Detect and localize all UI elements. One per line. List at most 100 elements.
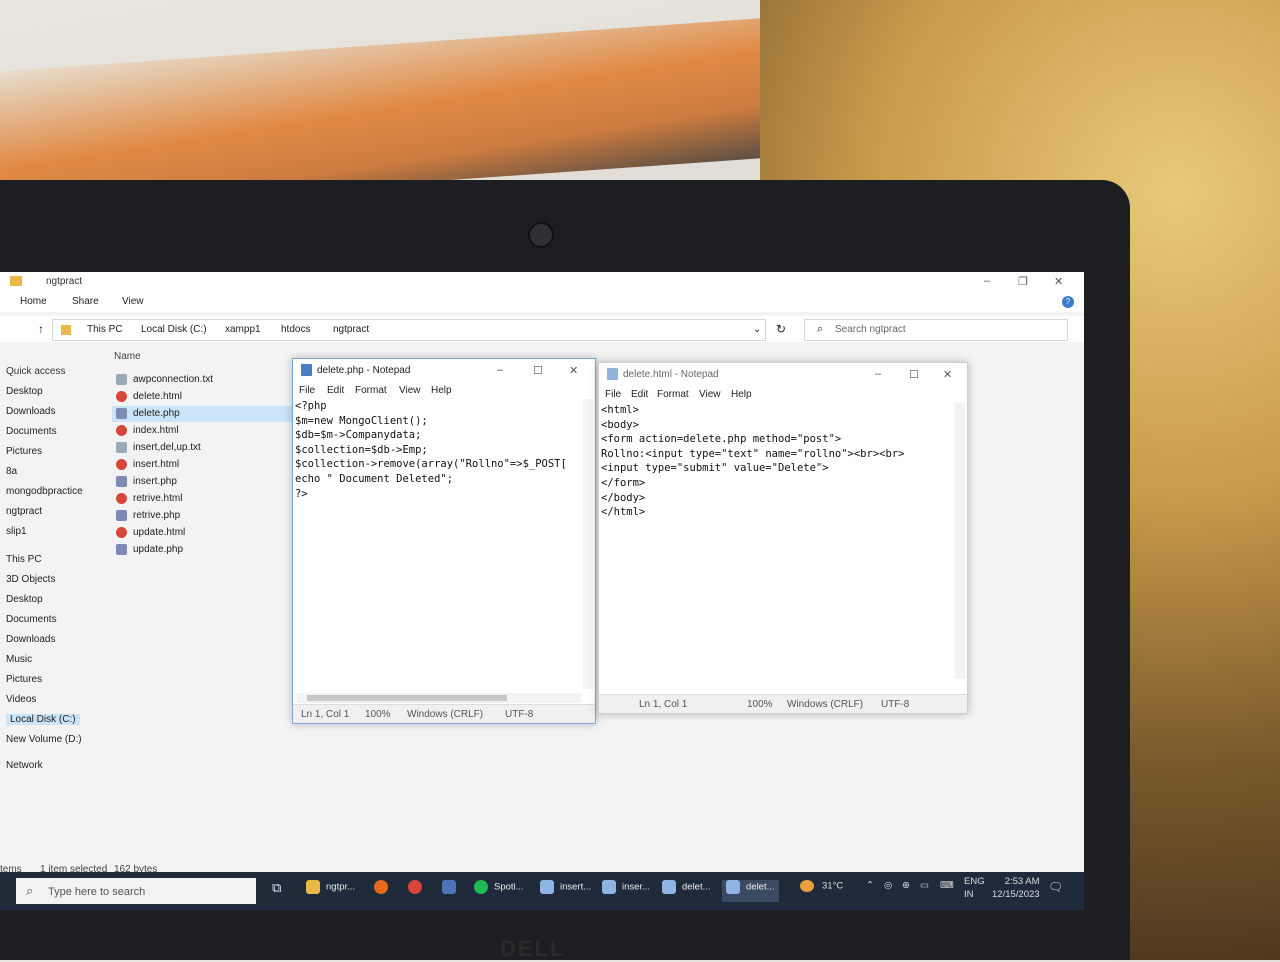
menu-edit[interactable]: Edit: [631, 389, 648, 400]
breadcrumb-htdocs[interactable]: htdocs: [281, 324, 310, 335]
address-bar[interactable]: This PC Local Disk (C:) xampp1 htdocs ng…: [52, 319, 766, 341]
notepad-titlebar[interactable]: delete.php - Notepad – ☐ ✕: [293, 359, 595, 381]
maximize-icon[interactable]: ❐: [1018, 275, 1028, 288]
text-editor[interactable]: <?php $m=new MongoClient(); $db=$m->Comp…: [295, 399, 581, 689]
menu-file[interactable]: File: [299, 385, 315, 396]
notepad-titlebar[interactable]: delete.html - Notepad – ☐ ✕: [599, 363, 967, 385]
notepad-delete-html[interactable]: delete.html - Notepad – ☐ ✕ File Edit Fo…: [598, 362, 968, 714]
list-item[interactable]: awpconnection.txt: [112, 372, 292, 388]
nav-ngtpract[interactable]: ngtpract: [6, 506, 42, 517]
minimize-icon[interactable]: –: [984, 275, 990, 287]
region-code: IN: [964, 889, 974, 900]
breadcrumb-xampp1[interactable]: xampp1: [225, 324, 261, 335]
taskbar-search-input[interactable]: ⌕ Type here to search: [16, 878, 256, 904]
taskbar-app-explorer[interactable]: ngtpr...: [306, 880, 355, 902]
maximize-icon[interactable]: ☐: [533, 364, 543, 377]
list-item[interactable]: retrive.php: [112, 508, 292, 524]
nav-quick-access[interactable]: Quick access: [6, 366, 65, 377]
vertical-scrollbar[interactable]: [955, 403, 965, 679]
list-item[interactable]: delete.html: [112, 389, 292, 405]
language-indicator[interactable]: ENG IN: [964, 875, 985, 901]
taskbar-app-notepad-3[interactable]: delet...: [662, 880, 711, 902]
nav-music[interactable]: Music: [6, 654, 32, 665]
nav-documents-pc[interactable]: Documents: [6, 614, 57, 625]
list-item[interactable]: retrive.html: [112, 491, 292, 507]
list-item[interactable]: insert,del,up.txt: [112, 440, 292, 456]
taskbar-app-spotify[interactable]: Spoti...: [474, 880, 524, 902]
refresh-icon[interactable]: ↻: [776, 322, 786, 336]
text-editor[interactable]: <html> <body> <form action=delete.php me…: [601, 403, 953, 679]
list-item[interactable]: update.html: [112, 525, 292, 541]
maximize-icon[interactable]: ☐: [909, 368, 919, 381]
clock[interactable]: 2:53 AM 12/15/2023: [992, 875, 1040, 901]
nav-local-disk[interactable]: Local Disk (C:): [6, 714, 80, 725]
network-icon[interactable]: ⊕: [902, 880, 910, 891]
nav-downloads-pc[interactable]: Downloads: [6, 634, 55, 645]
taskbar-app-calculator[interactable]: [442, 880, 462, 902]
help-icon[interactable]: ?: [1062, 296, 1074, 308]
nav-desktop[interactable]: Desktop: [6, 386, 43, 397]
chevron-up-icon[interactable]: ⌃: [866, 880, 874, 891]
list-item[interactable]: update.php: [112, 542, 292, 558]
meet-icon[interactable]: ◎: [884, 880, 892, 891]
nav-8a[interactable]: 8a: [6, 466, 17, 477]
keyboard-icon[interactable]: ⌨: [940, 880, 954, 891]
menu-help[interactable]: Help: [731, 389, 752, 400]
search-icon: ⌕: [817, 323, 824, 335]
breadcrumb-local-disk[interactable]: Local Disk (C:): [141, 324, 207, 335]
nav-this-pc[interactable]: This PC: [6, 554, 42, 565]
list-item[interactable]: insert.html: [112, 457, 292, 473]
menu-help[interactable]: Help: [431, 385, 452, 396]
close-icon[interactable]: ✕: [943, 368, 952, 381]
nav-mongodbpractice[interactable]: mongodbpractice: [6, 486, 83, 497]
menu-file[interactable]: File: [605, 389, 621, 400]
nav-slip1[interactable]: slip1: [6, 526, 27, 537]
task-view-icon[interactable]: ⧉: [272, 880, 281, 902]
close-icon[interactable]: ✕: [1054, 275, 1063, 288]
chevron-down-icon[interactable]: ⌄: [753, 324, 761, 335]
vertical-scrollbar[interactable]: [583, 399, 593, 689]
tab-share[interactable]: Share: [72, 296, 99, 307]
close-icon[interactable]: ✕: [569, 364, 578, 377]
menu-view[interactable]: View: [399, 385, 421, 396]
menu-format[interactable]: Format: [657, 389, 689, 400]
nav-downloads[interactable]: Downloads: [6, 406, 55, 417]
nav-3d-objects[interactable]: 3D Objects: [6, 574, 55, 585]
minimize-icon[interactable]: –: [875, 368, 881, 380]
nav-desktop-pc[interactable]: Desktop: [6, 594, 43, 605]
breadcrumb-ngtpract[interactable]: ngtpract: [333, 324, 369, 335]
battery-icon[interactable]: ▭: [920, 880, 929, 891]
search-input[interactable]: ⌕ Search ngtpract: [804, 319, 1068, 341]
tab-home[interactable]: Home: [20, 296, 47, 307]
list-item-selected[interactable]: delete.php: [112, 406, 292, 422]
nav-pictures[interactable]: Pictures: [6, 446, 42, 457]
nav-network[interactable]: Network: [6, 760, 43, 771]
taskbar-app-notepad-1[interactable]: insert...: [540, 880, 591, 902]
nav-pictures-pc[interactable]: Pictures: [6, 674, 42, 685]
nav-new-volume[interactable]: New Volume (D:): [6, 734, 82, 745]
minimize-icon[interactable]: –: [497, 364, 503, 376]
breadcrumb-this-pc[interactable]: This PC: [87, 324, 123, 335]
notepad-delete-php[interactable]: delete.php - Notepad – ☐ ✕ File Edit For…: [292, 358, 596, 724]
scrollbar-thumb[interactable]: [307, 695, 507, 701]
line-ending: Windows (CRLF): [407, 709, 484, 720]
up-arrow-icon[interactable]: ↑: [38, 322, 44, 336]
taskbar-search-placeholder: Type here to search: [48, 886, 146, 898]
nav-documents[interactable]: Documents: [6, 426, 57, 437]
nav-videos[interactable]: Videos: [6, 694, 36, 705]
horizontal-scrollbar[interactable]: [297, 693, 581, 703]
taskbar-app-firefox[interactable]: [374, 880, 394, 902]
list-item[interactable]: insert.php: [112, 474, 292, 490]
menu-format[interactable]: Format: [355, 385, 387, 396]
weather-widget[interactable]: 31°C: [800, 880, 843, 892]
menu-edit[interactable]: Edit: [327, 385, 344, 396]
taskbar-app-chrome[interactable]: [408, 880, 428, 902]
taskbar-app-notepad-2[interactable]: inser...: [602, 880, 650, 902]
notification-icon[interactable]: 🗨: [1048, 880, 1063, 894]
menu-view[interactable]: View: [699, 389, 721, 400]
column-header-name[interactable]: Name: [114, 351, 141, 362]
tab-view[interactable]: View: [122, 296, 144, 307]
folder-icon: [306, 880, 320, 894]
list-item[interactable]: index.html: [112, 423, 292, 439]
taskbar-app-notepad-4[interactable]: delet...: [722, 880, 779, 902]
